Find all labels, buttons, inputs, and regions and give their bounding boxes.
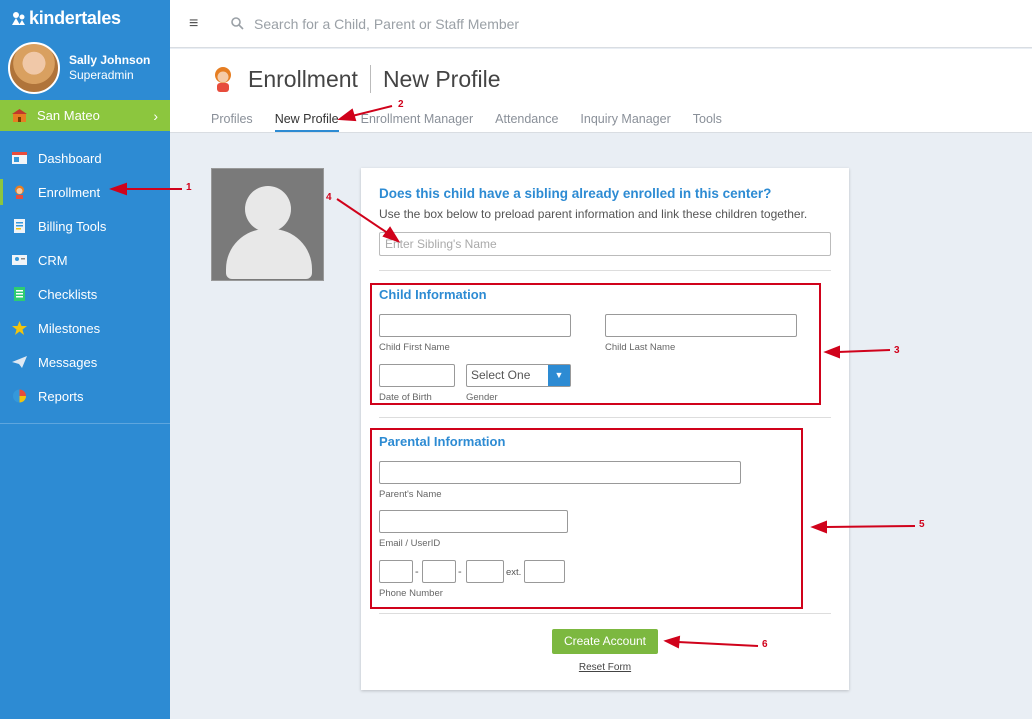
sidebar-item-label: Enrollment bbox=[38, 184, 101, 200]
sidebar-item-messages[interactable]: Messages bbox=[0, 345, 170, 379]
dashboard-icon bbox=[12, 152, 27, 164]
billing-icon bbox=[14, 219, 25, 233]
sidebar-item-reports[interactable]: Reports bbox=[0, 379, 170, 413]
page-subtitle: New Profile bbox=[382, 65, 501, 92]
search-input[interactable] bbox=[254, 15, 654, 32]
brand-logo[interactable]: kindertales bbox=[0, 0, 170, 36]
divider bbox=[379, 417, 831, 418]
crm-icon bbox=[12, 255, 27, 265]
sidebar-item-label: Messages bbox=[38, 354, 98, 370]
tab-bar: Profiles New Profile Enrollment Manager … bbox=[211, 112, 744, 132]
reset-form-text[interactable]: Reset Form bbox=[579, 662, 631, 673]
annotation-number: 5 bbox=[919, 519, 925, 530]
title-divider bbox=[369, 65, 371, 93]
annotation-number: 2 bbox=[398, 99, 404, 110]
sidebar-item-checklists[interactable]: Checklists bbox=[0, 277, 170, 311]
child-photo-placeholder[interactable] bbox=[211, 168, 324, 281]
page-title: Enrollment bbox=[248, 65, 358, 92]
sibling-name-input[interactable] bbox=[379, 232, 831, 256]
center-name: San Mateo bbox=[37, 108, 100, 123]
reset-form-link: Reset Form bbox=[361, 662, 849, 673]
brand-name: kindertales bbox=[29, 7, 121, 28]
sidebar-item-label: Dashboard bbox=[38, 150, 102, 166]
tab-profiles[interactable]: Profiles bbox=[211, 112, 253, 132]
search-icon bbox=[231, 17, 244, 30]
child-icon bbox=[15, 185, 24, 199]
star-icon bbox=[12, 321, 27, 335]
sidebar-item-dashboard[interactable]: Dashboard bbox=[0, 141, 170, 175]
sidebar-menu: Dashboard Enrollment Billing Tools CRM C… bbox=[0, 141, 170, 424]
tab-new-profile[interactable]: New Profile bbox=[274, 112, 339, 132]
avatar[interactable] bbox=[8, 42, 60, 94]
divider bbox=[379, 270, 831, 271]
sidebar-item-label: CRM bbox=[38, 252, 68, 268]
sidebar-item-label: Reports bbox=[38, 388, 84, 404]
annotation-number: 6 bbox=[762, 639, 768, 650]
pie-chart-icon bbox=[13, 389, 26, 403]
annotation-number: 4 bbox=[326, 192, 332, 203]
person-silhouette-icon bbox=[245, 186, 291, 232]
user-profile[interactable]: Sally Johnson Superadmin bbox=[0, 36, 170, 100]
create-account-button[interactable]: Create Account bbox=[552, 629, 658, 654]
tab-enrollment-manager[interactable]: Enrollment Manager bbox=[361, 112, 474, 132]
top-bar: ≡ bbox=[170, 0, 1032, 48]
sidebar-item-label: Billing Tools bbox=[38, 218, 107, 234]
sibling-question: Does this child have a sibling already e… bbox=[379, 186, 772, 201]
checklist-icon bbox=[14, 287, 25, 301]
chevron-right-icon: › bbox=[153, 107, 158, 124]
sidebar-item-milestones[interactable]: Milestones bbox=[0, 311, 170, 345]
logo-icon bbox=[12, 12, 25, 25]
sidebar-item-label: Milestones bbox=[38, 320, 101, 336]
sibling-description: Use the box below to preload parent info… bbox=[379, 207, 808, 221]
user-role: Superadmin bbox=[69, 68, 134, 82]
page-header: Enrollment New Profile Profiles New Prof… bbox=[170, 49, 1032, 133]
annotation-box-child-info bbox=[370, 283, 821, 405]
center-selector[interactable]: San Mateo › bbox=[0, 100, 170, 131]
tab-attendance[interactable]: Attendance bbox=[495, 112, 558, 132]
tab-tools[interactable]: Tools bbox=[693, 112, 722, 132]
sidebar-item-crm[interactable]: CRM bbox=[0, 243, 170, 277]
school-icon bbox=[12, 109, 27, 122]
sidebar-item-billing-tools[interactable]: Billing Tools bbox=[0, 209, 170, 243]
annotation-box-parent-info bbox=[370, 428, 803, 609]
paper-plane-icon bbox=[12, 356, 27, 368]
user-name: Sally Johnson bbox=[69, 53, 151, 67]
sidebar-item-label: Checklists bbox=[38, 286, 98, 302]
annotation-number: 1 bbox=[186, 182, 192, 193]
tab-inquiry-manager[interactable]: Inquiry Manager bbox=[580, 112, 670, 132]
sidebar-item-enrollment[interactable]: Enrollment bbox=[0, 175, 170, 209]
annotation-number: 3 bbox=[894, 345, 900, 356]
hamburger-menu-icon[interactable]: ≡ bbox=[189, 15, 201, 33]
child-icon bbox=[215, 67, 231, 92]
sidebar: kindertales Sally Johnson Superadmin San… bbox=[0, 0, 170, 719]
divider bbox=[379, 613, 831, 614]
person-silhouette-body bbox=[226, 229, 312, 279]
